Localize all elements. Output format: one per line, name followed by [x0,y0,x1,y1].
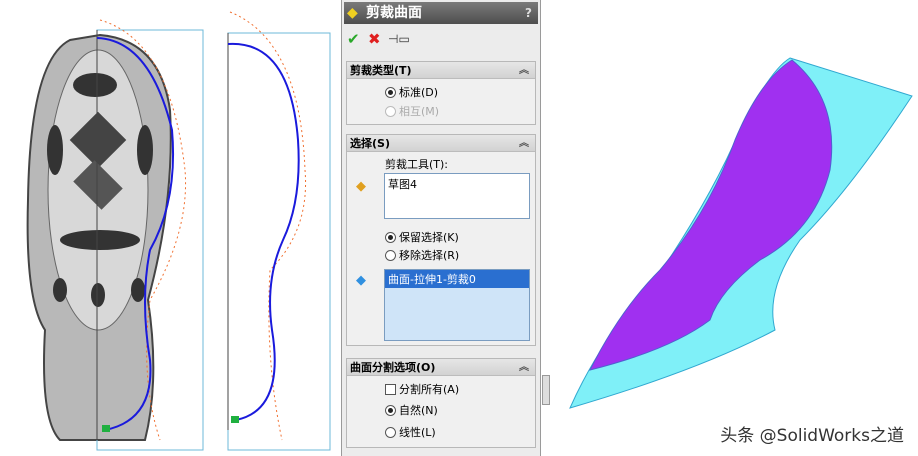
section-title: 剪裁类型(T) [350,64,412,77]
radio-icon[interactable] [385,249,396,261]
section-selection: 选择(S) ︽ 剪裁工具(T): ◆ 草图4 保留选择(K) 移除选择(R) ◆ … [346,134,536,346]
checkbox-split-all[interactable]: 分割所有(A) [385,381,459,397]
radio-remove[interactable]: 移除选择(R) [385,247,459,263]
radio-label: 移除选择(R) [399,249,460,262]
radio-label: 自然(N) [399,404,438,417]
section-header[interactable]: 剪裁类型(T) ︽ [347,62,535,79]
radio-label: 标准(D) [399,86,439,99]
section-split-options: 曲面分割选项(O) ︽ 分割所有(A) 自然(N) 线性(L) [346,358,536,448]
panel-collapse-handle[interactable] [542,375,550,405]
radio-linear[interactable]: 线性(L) [385,424,436,440]
section-header[interactable]: 曲面分割选项(O) ︽ [347,359,535,376]
radio-icon[interactable] [385,105,396,117]
pieces-list[interactable]: 曲面-拉伸1-剪裁0 [384,269,530,341]
panel-title-text: 剪裁曲面 [366,5,422,21]
radio-icon[interactable] [385,426,396,438]
label-text: 剪裁工具(T): [385,158,449,171]
radio-label: 线性(L) [399,426,436,439]
sketch-views [26,11,331,451]
ok-button[interactable]: ✔ [347,30,360,48]
section-header[interactable]: 选择(S) ︽ [347,135,535,152]
list-item[interactable]: 草图4 [385,174,529,194]
surface-selection-icon: ◆ [356,273,366,288]
radio-icon[interactable] [385,231,396,243]
section-title: 曲面分割选项(O) [350,361,436,374]
checkbox-label: 分割所有(A) [399,383,460,396]
section-trim-type: 剪裁类型(T) ︽ 标准(D) 相互(M) [346,61,536,125]
3d-viewport [569,57,913,409]
watermark: 头条 @SolidWorks之道 [720,426,904,446]
checkbox[interactable] [385,383,396,395]
section-title: 选择(S) [350,137,390,150]
collapse-icon[interactable]: ︽ [519,62,529,79]
trim-tool-label: 剪裁工具(T): [385,156,448,172]
cancel-button[interactable]: ✖ [368,30,381,48]
trim-tool-list[interactable]: 草图4 [384,173,530,219]
radio-mutual[interactable]: 相互(M) [385,103,439,119]
radio-icon[interactable] [385,404,396,416]
radio-keep[interactable]: 保留选择(K) [385,229,459,245]
sketch-curve-middle [227,11,331,451]
radio-standard[interactable]: 标准(D) [385,84,438,100]
help-button[interactable]: ? [525,2,532,24]
property-manager: ◆ 剪裁曲面 ? ✔ ✖ ⊣▭ 剪裁类型(T) ︽ 标准(D) 相互(M) 选择(… [341,0,550,456]
radio-natural[interactable]: 自然(N) [385,402,438,418]
collapse-icon[interactable]: ︽ [519,359,529,376]
sketch-selection-icon: ◆ [356,179,366,194]
radio-label: 相互(M) [399,105,440,118]
list-item-selected[interactable]: 曲面-拉伸1-剪裁0 [385,270,529,288]
pin-icon[interactable]: ⊣▭ [388,32,410,46]
radio-label: 保留选择(K) [399,231,459,244]
trim-surface-icon: ◆ [347,5,358,21]
panel-title: ◆ 剪裁曲面 ? [344,2,538,24]
collapse-icon[interactable]: ︽ [519,135,529,152]
radio-icon[interactable] [385,86,396,98]
